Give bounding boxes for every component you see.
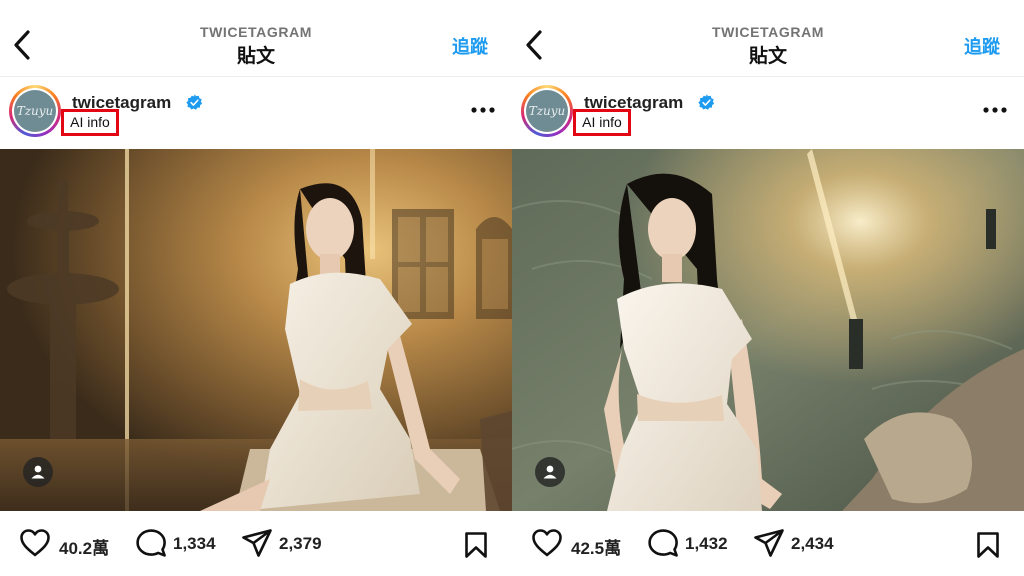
comment-icon xyxy=(648,529,678,557)
page-title: 貼文 xyxy=(748,46,787,67)
top-navigation-bar: TWICETAGRAM 貼文 追蹤 xyxy=(512,0,1024,77)
user-tag-glyph xyxy=(543,465,557,479)
comment-icon xyxy=(136,529,166,557)
avatar-border: Tzuyu xyxy=(524,88,570,134)
follow-button[interactable]: 追蹤 xyxy=(964,33,1000,59)
ai-info-label[interactable]: AI info xyxy=(573,109,631,136)
ai-info-label[interactable]: AI info xyxy=(61,109,119,136)
bookmark-icon[interactable] xyxy=(976,531,1000,559)
user-tag-glyph xyxy=(31,465,45,479)
avatar-image: Tzuyu xyxy=(526,90,568,132)
avatar-text: Tzuyu xyxy=(528,104,566,118)
more-horizontal-icon[interactable] xyxy=(470,102,496,118)
share-count: 2,434 xyxy=(791,534,834,553)
avatar-text: Tzuyu xyxy=(16,104,54,118)
follow-button[interactable]: 追蹤 xyxy=(452,33,488,59)
bookmark-icon[interactable] xyxy=(464,531,488,559)
comment-count: 1,334 xyxy=(173,534,216,553)
verified-badge-icon xyxy=(186,94,203,110)
comment-count: 1,432 xyxy=(685,534,728,553)
paper-plane-icon xyxy=(242,529,272,557)
heart-icon xyxy=(532,529,562,557)
page-title: 貼文 xyxy=(236,46,275,67)
comment-action[interactable]: 1,334 xyxy=(135,528,230,558)
like-count: 42.5萬 xyxy=(571,539,622,558)
top-navigation-bar: TWICETAGRAM 貼文 追蹤 xyxy=(0,0,512,77)
avatar-image: Tzuyu xyxy=(14,90,56,132)
post-actions-bar: 42.5萬 1,432 2,434 xyxy=(512,511,1024,576)
user-tag-icon[interactable] xyxy=(23,457,53,487)
share-count: 2,379 xyxy=(279,534,322,553)
photo-illustration xyxy=(0,149,512,511)
share-action[interactable]: 2,434 xyxy=(753,528,848,558)
post-panel-left: TWICETAGRAM 貼文 追蹤 Tzuyu twicetagram AI i… xyxy=(0,0,512,576)
post-photo[interactable] xyxy=(512,149,1024,511)
photo-illustration xyxy=(512,149,1024,511)
post-actions-bar: 40.2萬 1,334 2,379 xyxy=(0,511,512,576)
post-header: Tzuyu twicetagram AI info xyxy=(0,76,512,149)
paper-plane-icon xyxy=(754,529,784,557)
post-panel-right: TWICETAGRAM 貼文 追蹤 Tzuyu twicetagram AI i… xyxy=(512,0,1024,576)
more-horizontal-icon[interactable] xyxy=(982,102,1008,118)
post-header: Tzuyu twicetagram AI info xyxy=(512,76,1024,149)
avatar-border: Tzuyu xyxy=(12,88,58,134)
comment-action[interactable]: 1,432 xyxy=(647,528,742,558)
like-count: 40.2萬 xyxy=(59,539,110,558)
avatar[interactable]: Tzuyu xyxy=(521,85,573,137)
heart-icon xyxy=(20,529,50,557)
account-title: TWICETAGRAM xyxy=(199,24,313,40)
share-action[interactable]: 2,379 xyxy=(241,528,336,558)
avatar[interactable]: Tzuyu xyxy=(9,85,61,137)
like-action[interactable]: 40.2萬 xyxy=(19,528,119,558)
like-action[interactable]: 42.5萬 xyxy=(531,528,631,558)
user-tag-icon[interactable] xyxy=(535,457,565,487)
account-title: TWICETAGRAM xyxy=(711,24,825,40)
verified-badge-icon xyxy=(698,94,715,110)
post-photo[interactable] xyxy=(0,149,512,511)
